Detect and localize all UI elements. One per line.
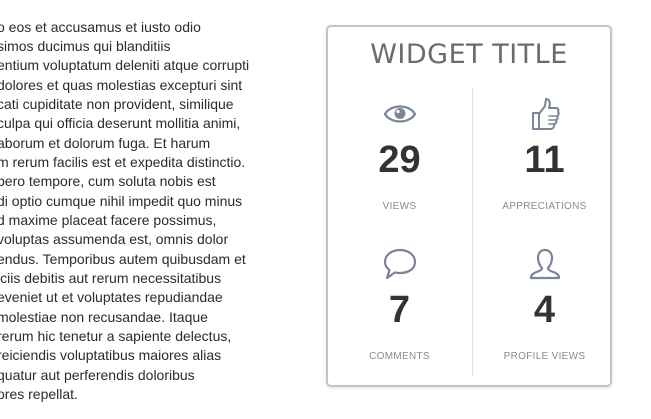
body-text-line: molestiae non recusandae. Itaque [0,309,208,325]
body-text: o eos et accusamus et iusto odio simos d… [0,0,300,419]
body-text-line: reiciendis voluptatibus maiores alias [0,347,222,363]
comments-label: COMMENTS [369,351,430,362]
body-text-line: endus. Temporibus autem quibusdam et [0,251,246,267]
body-text-line: o eos et accusamus et iusto odio [0,19,201,35]
body-text-line: rerum hic tenetur a sapiente delectus, [0,328,232,344]
body-text-line: quatur aut perferendis doloribus [0,367,195,383]
views-count: 29 [378,139,421,181]
speech-bubble-icon [328,246,471,282]
appreciations-label: APPRECIATIONS [502,201,587,212]
body-text-line: cati cupiditate non provident, similique [0,96,234,112]
profile-views-label: PROFILE VIEWS [503,351,586,362]
user-icon [473,246,616,282]
body-text-line: dolores et quas molestias excepturi sint [0,77,243,93]
body-text-line: entium voluptatum deleniti atque corrupt… [0,57,250,73]
profile-views-count: 4 [533,289,556,331]
appreciations-count: 11 [524,139,565,181]
body-text-line: d maxime placeat facere possimus, [0,212,217,228]
body-text-line: aborum et dolorum fuga. Et harum [0,135,211,151]
body-text-line: culpa qui officia deserunt mollitia anim… [0,115,241,131]
comments-count: 7 [388,289,411,331]
views-label: VIEWS [382,201,417,212]
body-text-line: voluptas assumenda est, omnis dolor [0,231,229,247]
eye-icon [328,96,471,132]
body-text-line: ores repellat. [0,386,78,402]
body-text-line: eveniet ut et voluptates repudiandae [0,289,223,305]
widget-title: WIDGET TITLE [370,39,568,70]
thumbs-up-icon [473,96,616,132]
stats-widget: WIDGET TITLE 29 VIEWS 11 APPRECIATIONS 7… [326,25,612,387]
body-text-line: iciis debitis aut rerum necessitatibus [0,270,222,286]
body-text-line: simos ducimus qui blanditiis [0,38,171,54]
body-text-line: di optio cumque nihil impedit quo minus [0,193,243,209]
body-text-line: bero tempore, cum soluta nobis est [0,173,216,189]
body-text-line: m rerum facilis est et expedita distinct… [0,154,246,170]
